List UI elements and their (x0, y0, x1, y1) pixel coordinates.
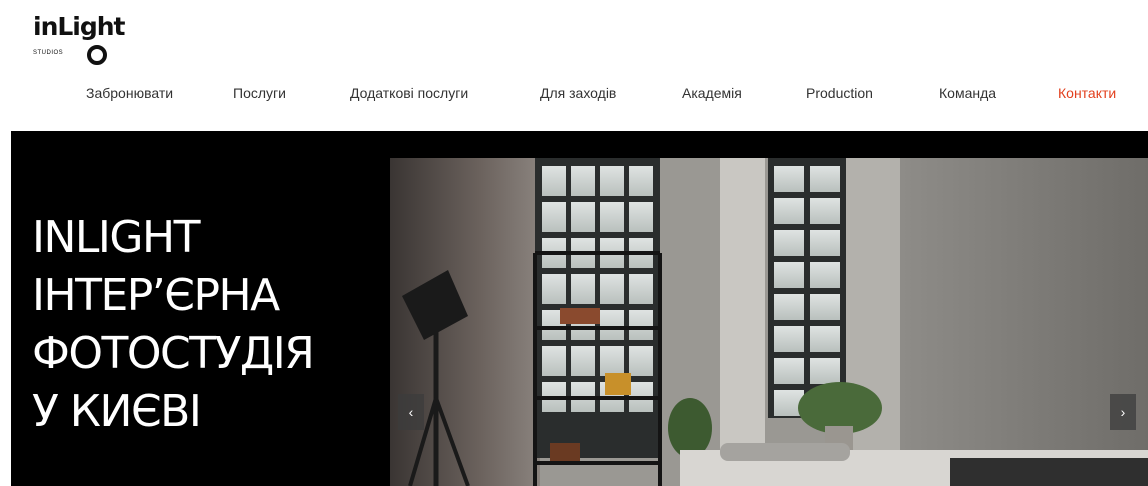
hero-title: INLIGHT ІНТЕР’ЄРНА ФОТОСТУДІЯ У КИЄВІ (32, 212, 315, 437)
nav-item-extra-services[interactable]: Додаткові послуги (350, 85, 468, 101)
slider-next-button[interactable]: › (1110, 394, 1136, 430)
logo-subtitle: STUDIOS (33, 50, 64, 56)
nav-item-services[interactable]: Послуги (233, 85, 286, 101)
chevron-left-icon: ‹ (408, 404, 414, 420)
logo-ring-icon (87, 45, 107, 65)
hero-slider: INLIGHT ІНТЕР’ЄРНА ФОТОСТУДІЯ У КИЄВІ ‹ … (11, 131, 1148, 486)
main-nav: Забронювати Послуги Додаткові послуги Дл… (0, 85, 1148, 105)
nav-item-team[interactable]: Команда (939, 85, 996, 101)
logo[interactable]: inLight STUDIOS (33, 12, 143, 65)
nav-item-contacts[interactable]: Контакти (1058, 85, 1116, 101)
nav-item-events[interactable]: Для заходів (540, 85, 616, 101)
interior-photo-illustration (390, 158, 1148, 486)
logo-wordmark: inLight (33, 12, 126, 41)
slider-prev-button[interactable]: ‹ (398, 394, 424, 430)
hero-photo (390, 158, 1148, 486)
nav-item-production[interactable]: Production (806, 85, 873, 101)
chevron-right-icon: › (1120, 404, 1126, 420)
nav-item-academy[interactable]: Академія (682, 85, 742, 101)
nav-item-book[interactable]: Забронювати (86, 85, 173, 101)
